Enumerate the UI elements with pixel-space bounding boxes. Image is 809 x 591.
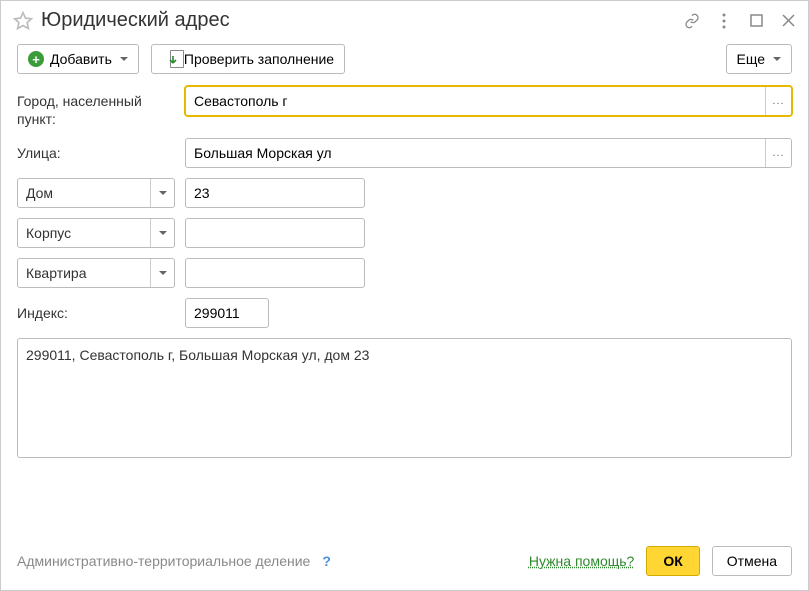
admin-division-link[interactable]: Административно-территориальное деление	[17, 553, 310, 569]
building-row: Корпус	[17, 218, 792, 248]
ok-label: ОК	[663, 552, 682, 570]
city-row: Город, населенный пункт: ...	[17, 86, 792, 128]
city-input[interactable]	[186, 87, 765, 115]
need-help-link[interactable]: Нужна помощь?	[529, 553, 634, 569]
chevron-down-icon	[159, 191, 167, 195]
street-label: Улица:	[17, 138, 175, 162]
add-button-label: Добавить	[50, 50, 112, 68]
house-row: Дом ...	[17, 178, 792, 208]
house-type-value: Дом	[18, 179, 150, 207]
titlebar: Юридический адрес	[1, 1, 808, 36]
more-button[interactable]: Еще	[726, 44, 793, 74]
index-field-group	[185, 298, 269, 328]
add-button[interactable]: + Добавить	[17, 44, 139, 74]
building-type-value: Корпус	[18, 219, 150, 247]
index-label: Индекс:	[17, 298, 175, 322]
cancel-label: Отмена	[727, 552, 777, 570]
house-input[interactable]	[186, 179, 365, 207]
flat-row: Квартира	[17, 258, 792, 288]
check-fill-label: Проверить заполнение	[184, 50, 334, 68]
ok-button[interactable]: ОК	[646, 546, 699, 576]
flat-input[interactable]	[186, 259, 365, 287]
toolbar: + Добавить Проверить заполнение Еще	[1, 36, 808, 86]
index-row: Индекс:	[17, 298, 792, 328]
city-field-group: ...	[185, 86, 792, 116]
street-row: Улица: ...	[17, 138, 792, 168]
window-title: Юридический адрес	[41, 9, 676, 32]
full-address-textarea[interactable]	[17, 338, 792, 458]
street-input[interactable]	[186, 139, 765, 167]
maximize-icon[interactable]	[748, 13, 764, 29]
street-field-group: ...	[185, 138, 792, 168]
building-type-select[interactable]: Корпус	[17, 218, 175, 248]
footer: Административно-территориальное деление …	[1, 534, 808, 590]
more-button-label: Еще	[737, 50, 766, 68]
house-type-dropdown-button[interactable]	[150, 179, 174, 207]
chevron-down-icon	[773, 57, 781, 61]
favorite-star-icon[interactable]	[13, 11, 33, 31]
building-input[interactable]	[186, 219, 365, 247]
flat-type-select[interactable]: Квартира	[17, 258, 175, 288]
flat-type-dropdown-button[interactable]	[150, 259, 174, 287]
chevron-down-icon	[120, 57, 128, 61]
house-type-select[interactable]: Дом	[17, 178, 175, 208]
flat-type-value: Квартира	[18, 259, 150, 287]
plus-icon: +	[28, 51, 44, 67]
house-field-group: ...	[185, 178, 365, 208]
chevron-down-icon	[159, 271, 167, 275]
document-check-icon	[162, 50, 178, 68]
link-icon[interactable]	[684, 13, 700, 29]
check-fill-button[interactable]: Проверить заполнение	[151, 44, 345, 74]
building-field-group	[185, 218, 365, 248]
index-input[interactable]	[186, 299, 269, 327]
window-controls	[684, 13, 796, 29]
city-lookup-button[interactable]: ...	[765, 87, 791, 115]
street-lookup-button[interactable]: ...	[765, 139, 791, 167]
address-dialog: Юридический адрес + Добавить	[0, 0, 809, 591]
help-icon[interactable]: ?	[322, 553, 331, 569]
cancel-button[interactable]: Отмена	[712, 546, 792, 576]
full-address-row	[17, 338, 792, 458]
address-form: Город, населенный пункт: ... Улица: ... …	[1, 86, 808, 458]
flat-field-group	[185, 258, 365, 288]
city-label: Город, населенный пункт:	[17, 86, 175, 128]
building-type-dropdown-button[interactable]	[150, 219, 174, 247]
kebab-menu-icon[interactable]	[716, 13, 732, 29]
chevron-down-icon	[159, 231, 167, 235]
close-icon[interactable]	[780, 13, 796, 29]
